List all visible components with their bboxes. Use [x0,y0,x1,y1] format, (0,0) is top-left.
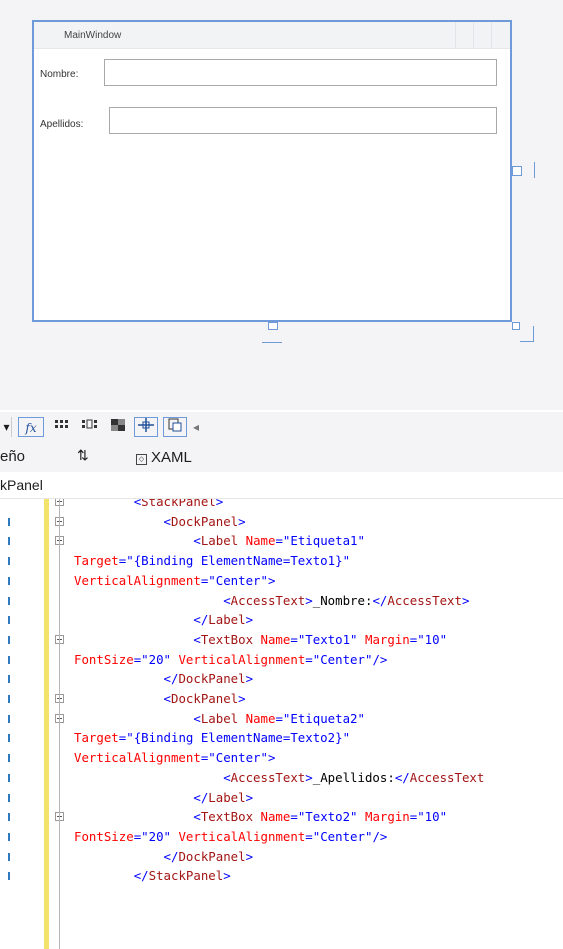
code-line[interactable]: </Label> [74,788,253,808]
line-number-mark [8,596,10,605]
line-number-mark [8,517,10,526]
design-surface[interactable]: MainWindow Nombre: Apellidos: [0,0,563,410]
label-apellidos[interactable]: Apellidos: [40,119,83,130]
outline-guide [59,499,60,949]
line-number-mark [8,832,10,841]
code-line[interactable]: <Label Name="Etiqueta2" [74,709,365,729]
snap-grid-icon[interactable] [80,417,100,437]
code-line[interactable]: </DockPanel> [74,847,254,867]
window-title: MainWindow [64,30,122,41]
code-line[interactable]: FontSize="20" VerticalAlignment="Center"… [74,650,387,670]
resize-grip-corner-h[interactable] [520,341,534,342]
close-icon [491,22,510,48]
line-number-mark [8,576,10,585]
resize-grip-corner-v[interactable] [533,326,534,342]
line-number-mark [8,616,10,625]
tab-xaml-label: XAML [151,449,192,466]
code-line[interactable]: <AccessText>_Apellidos:</AccessText [74,768,484,788]
maximize-icon [473,22,492,48]
resize-handle-corner[interactable] [512,322,520,330]
chevron-down-icon[interactable]: ▾ [2,417,12,437]
line-number-mark [8,675,10,684]
resize-handle-bottom[interactable] [268,322,278,330]
line-number-mark [8,793,10,802]
resize-grip-bottom[interactable] [262,342,282,343]
resize-grip-right[interactable] [534,162,535,178]
line-number-mark [8,537,10,546]
label-nombre[interactable]: Nombre: [40,69,78,80]
designer-toolbar: ▾ fx ◂ [0,412,563,442]
main-window-preview[interactable]: MainWindow Nombre: Apellidos: [32,20,512,322]
line-number-mark [8,557,10,566]
line-number-mark [8,852,10,861]
breadcrumb-label: kPanel [0,477,43,493]
tab-xaml[interactable]: ◇ XAML [136,449,192,466]
xaml-editor[interactable]: <StackPanel> <DockPanel> <Label Name="Et… [0,499,563,949]
line-number-mark [8,714,10,723]
line-number-mark [8,734,10,743]
tab-design[interactable]: eño [0,448,25,465]
swap-panes-button[interactable]: ⇅ [77,447,89,464]
textbox-apellidos[interactable] [109,107,497,134]
line-number-mark [8,655,10,664]
code-line[interactable]: VerticalAlignment="Center"> [74,571,275,591]
code-line[interactable]: </DockPanel> [74,669,254,689]
crosshair-icon[interactable] [134,417,158,437]
code-line[interactable]: <DockPanel> [74,512,246,532]
grid-icon[interactable] [52,417,72,437]
resize-handle-right[interactable] [512,166,522,176]
line-number-mark [8,754,10,763]
code-line[interactable]: <StackPanel> [74,499,224,512]
change-indicator-bar [44,499,49,949]
line-number-mark [8,813,10,822]
textbox-nombre[interactable] [104,59,497,86]
code-line[interactable]: Target="{Binding ElementName=Texto2}" [74,728,350,748]
minimize-icon [455,22,474,48]
fx-button[interactable]: fx [18,417,44,437]
line-number-mark [8,773,10,782]
code-line[interactable]: <DockPanel> [74,689,246,709]
view-tabs: eño ⇅ ◇ XAML [0,442,563,473]
code-line[interactable]: <AccessText>_Nombre:</AccessText> [74,591,469,611]
breadcrumb[interactable]: kPanel [0,472,563,499]
checker-icon[interactable] [108,417,128,437]
line-number-mark [8,635,10,644]
xaml-icon: ◇ [136,454,147,465]
window-titlebar: MainWindow [34,22,510,49]
triangle-left-icon[interactable]: ◂ [190,417,202,437]
code-line[interactable]: <Label Name="Etiqueta1" [74,531,365,551]
code-line[interactable]: Target="{Binding ElementName=Texto1}" [74,551,350,571]
code-line[interactable]: <TextBox Name="Texto2" Margin="10" [74,807,447,827]
code-line[interactable]: FontSize="20" VerticalAlignment="Center"… [74,827,387,847]
snap-icon[interactable] [163,417,187,437]
code-line[interactable]: </StackPanel> [74,866,231,886]
line-number-mark [8,872,10,881]
code-line[interactable]: </Label> [74,610,253,630]
code-line[interactable]: VerticalAlignment="Center"> [74,748,275,768]
line-number-mark [8,695,10,703]
code-line[interactable]: <TextBox Name="Texto1" Margin="10" [74,630,447,650]
